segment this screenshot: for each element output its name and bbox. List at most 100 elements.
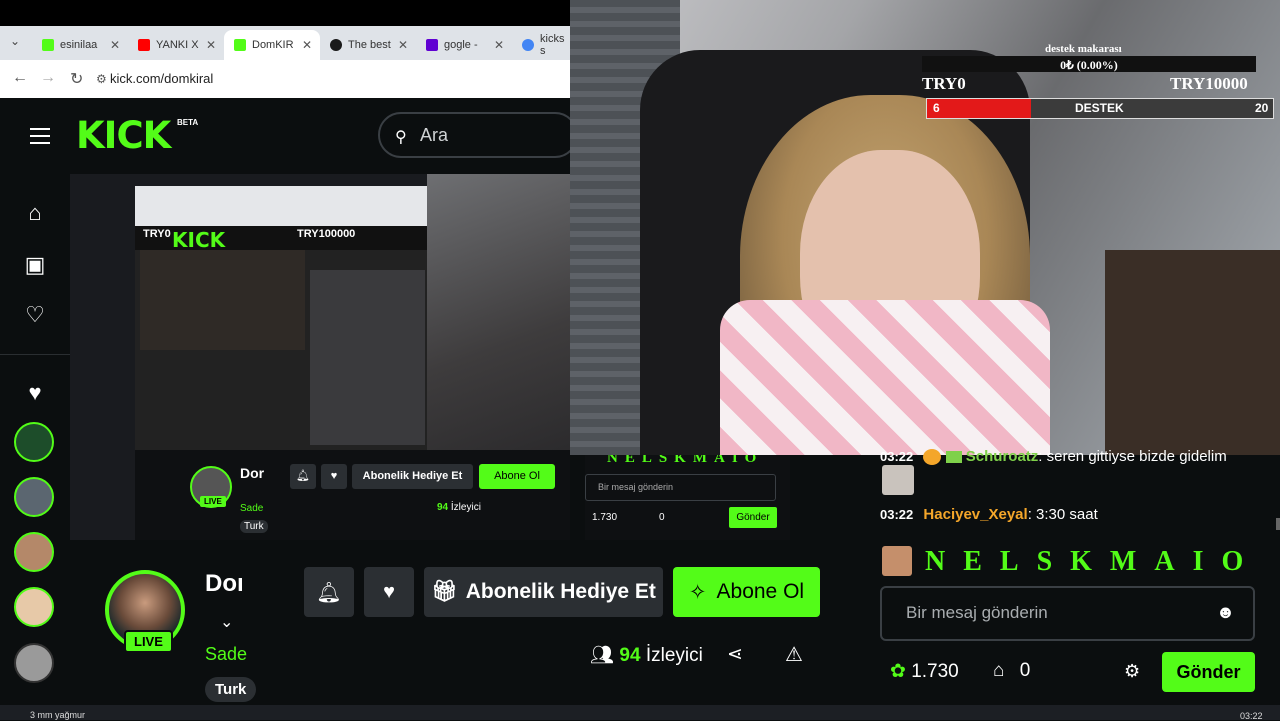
inner-live-badge: LIVE: [200, 496, 226, 507]
chevron-down-icon[interactable]: ⌄: [220, 612, 233, 632]
chat-text: 3:30 saat: [1036, 506, 1098, 523]
store[interactable]: ⌂ 0: [993, 660, 1030, 682]
follow-button[interactable]: ♥: [364, 567, 414, 617]
weather-widget[interactable]: 3 mm yağmur: [30, 710, 85, 720]
inner-goal-max: TRY100000: [297, 228, 356, 240]
tab-list-chevron-icon[interactable]: ⌄: [10, 34, 20, 48]
tab-bar: ⌄ esinilaa ✕ YANKI X ✕ DomKIR ✕ The best…: [0, 26, 570, 60]
tab-label: kicks s: [540, 33, 565, 57]
forward-icon[interactable]: →: [40, 69, 56, 87]
tab-esinilaa[interactable]: esinilaa ✕: [32, 30, 128, 60]
close-icon[interactable]: ✕: [302, 38, 312, 52]
menu-icon[interactable]: [30, 128, 50, 144]
goal-amount: 0₺ (0.00%): [1060, 58, 1118, 72]
heart-icon: ♥: [383, 580, 395, 603]
youtube-favicon-icon: [138, 39, 150, 51]
tab-label: DomKIR: [252, 39, 294, 51]
goal-max-label: TRY10000: [1170, 74, 1248, 93]
inner-browser-chrome: [135, 186, 427, 226]
live-badge: LIVE: [124, 630, 173, 653]
goal-current: 6: [933, 101, 940, 115]
chat-text: seren gittiyse bizde gidelim: [1046, 448, 1227, 465]
gear-icon[interactable]: ⚙: [1124, 661, 1140, 682]
viewers-number: 94: [619, 645, 641, 666]
following-icon[interactable]: ♡: [22, 302, 48, 328]
cat-emote-icon: [882, 465, 914, 495]
close-icon[interactable]: ✕: [494, 38, 504, 52]
category-link[interactable]: Sade: [205, 644, 247, 665]
inner-viewers-label: İzleyici: [450, 502, 481, 513]
followed-channel-avatar[interactable]: [14, 643, 54, 683]
viewer-count: 👥︎ 94 İzleyici: [590, 643, 703, 667]
close-icon[interactable]: ✕: [398, 38, 408, 52]
yahoo-favicon-icon: [426, 39, 438, 51]
url-text[interactable]: kick.com/domkiral: [110, 71, 213, 86]
emoji-icon[interactable]: ☻: [1216, 602, 1235, 623]
inner-store: 0: [659, 512, 665, 523]
search-input[interactable]: [378, 112, 578, 158]
home-icon[interactable]: ⌂: [22, 200, 48, 226]
followed-channel-avatar[interactable]: [14, 477, 54, 517]
inner-category: Sade: [240, 503, 264, 514]
subscribe-button[interactable]: ✧ Abone Ol: [673, 567, 820, 617]
tab-kicks[interactable]: kicks s: [512, 30, 570, 60]
followed-channel-avatar[interactable]: [14, 532, 54, 572]
sub-badge-icon: [945, 451, 962, 464]
gift-icon: 🎁︎: [431, 580, 458, 603]
window-top-strip: [0, 0, 570, 26]
inner-goal-min: TRY0: [143, 228, 171, 240]
inner-chat-placeholder: Bir mesaj gönderin: [598, 482, 674, 492]
followed-channel-avatar[interactable]: [14, 587, 54, 627]
stream-tag[interactable]: Turk: [205, 677, 257, 702]
goal-target: 20: [1255, 101, 1269, 115]
reload-icon[interactable]: ↻: [70, 69, 83, 89]
goal-min-label: TRY0: [922, 74, 966, 93]
heart-icon: ♥: [28, 380, 42, 405]
beta-badge: BETA: [177, 118, 199, 127]
gift-label: Abonelik Hediye Et: [465, 580, 656, 603]
search-icon: ⚲: [395, 129, 407, 146]
inner-gift-button: Abonelik Hediye Et: [352, 464, 473, 489]
tab-the-best[interactable]: The best ✕: [320, 30, 416, 60]
send-button[interactable]: Gönder: [1162, 652, 1255, 692]
chat-input-placeholder: Bir mesaj gönderin: [906, 603, 1048, 622]
inner-send-button: Gönder: [729, 507, 777, 528]
share-icon[interactable]: ⋖: [727, 643, 743, 666]
inner-viewers: 94 İzleyici: [437, 502, 481, 513]
goal-progress-fill: [927, 99, 1031, 118]
inner-bell-icon: 🔔︎: [290, 464, 316, 489]
chat-scrollbar[interactable]: [1276, 518, 1280, 530]
report-icon[interactable]: ⚠: [785, 642, 803, 667]
tab-domkiral[interactable]: DomKIR ✕: [224, 30, 320, 60]
viewers-label: İzleyici: [645, 645, 703, 666]
close-icon[interactable]: ✕: [110, 38, 120, 52]
banner-avatar: [882, 546, 912, 576]
streamer-clothing: [720, 300, 1050, 455]
followed-channel-avatar[interactable]: [14, 422, 54, 462]
chat-username[interactable]: Schuroatz: [966, 448, 1039, 465]
tab-label: The best: [348, 39, 391, 51]
gift-subscription-button[interactable]: 🎁︎ Abonelik Hediye Et: [424, 567, 663, 617]
inner-tag: Turk: [240, 520, 268, 533]
search-placeholder: Ara: [420, 125, 449, 145]
inner-kick-logo: KICK: [172, 228, 226, 252]
site-info-icon[interactable]: ⚙: [96, 72, 107, 86]
kick-logo[interactable]: KICK: [76, 114, 171, 157]
notification-button[interactable]: 🔔︎: [304, 567, 354, 617]
inner-viewers-count: 94: [437, 502, 449, 513]
inner-subscribe-button: Abone Ol: [479, 464, 555, 489]
bell-icon: 🔔︎: [316, 581, 342, 604]
channel-points[interactable]: ✿ 1.730: [890, 660, 959, 683]
sparkle-icon: ✧: [688, 580, 707, 604]
inner-cam-man: [140, 250, 305, 350]
kick-favicon-icon: [234, 39, 246, 51]
tab-gogle[interactable]: gogle - ✕: [416, 30, 512, 60]
tab-yanki[interactable]: YANKI X ✕: [128, 30, 224, 60]
tab-label: esinilaa: [60, 39, 98, 51]
back-icon[interactable]: ←: [12, 69, 28, 87]
close-icon[interactable]: ✕: [206, 38, 216, 52]
channel-name[interactable]: Doı: [205, 570, 244, 598]
chat-username[interactable]: Haciyev_Xeyal: [923, 506, 1027, 523]
store-count: 0: [1019, 660, 1031, 681]
browse-icon[interactable]: ▣: [22, 252, 48, 278]
